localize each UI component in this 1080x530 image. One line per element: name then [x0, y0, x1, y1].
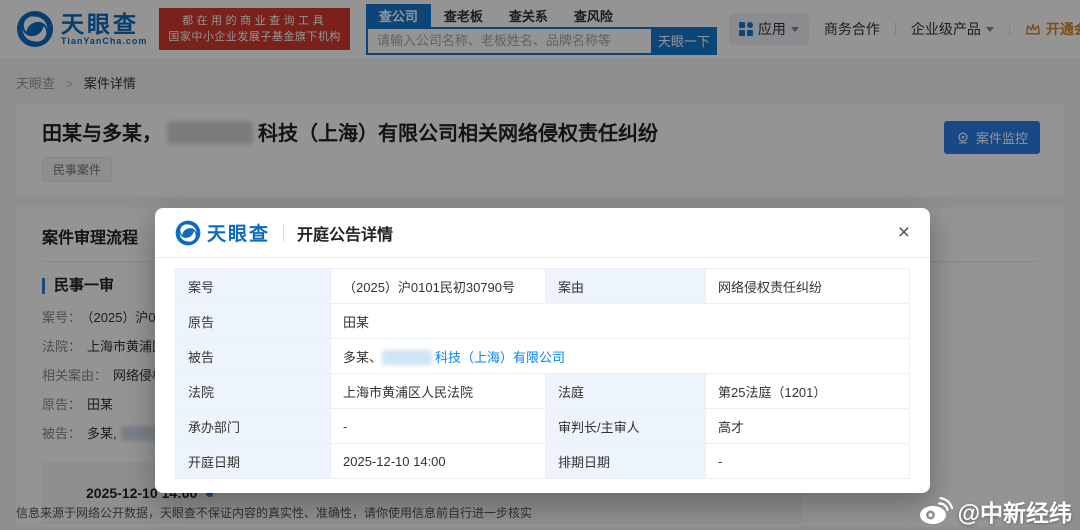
modal-title-divider — [283, 224, 284, 242]
table-row: 开庭日期 2025-12-10 14:00 排期日期 - — [176, 444, 910, 479]
table-row: 法院 上海市黄浦区人民法院 法庭 第25法庭（1201） — [176, 374, 910, 409]
table-row: 承办部门 - 审判长/主审人 高才 — [176, 409, 910, 444]
redacted-company-name — [382, 350, 432, 365]
close-icon[interactable]: × — [898, 223, 910, 243]
hearing-detail-table: 案号 （2025）沪0101民初30790号 案由 网络侵权责任纠纷 原告 田某… — [175, 268, 910, 479]
table-row: 被告 多某、科技（上海）有限公司 — [176, 339, 910, 374]
defendant-cell: 多某、科技（上海）有限公司 — [331, 339, 910, 374]
tianyancha-swirl-icon — [175, 220, 201, 246]
modal-title: 开庭公告详情 — [297, 221, 393, 245]
defendant-company-link[interactable]: 科技（上海）有限公司 — [435, 350, 565, 365]
watermark-text: @中新经纬 — [958, 494, 1072, 528]
table-row: 原告 田某 — [176, 304, 910, 339]
modal-brand-name: 天眼查 — [207, 219, 270, 246]
weibo-watermark: @中新经纬 — [919, 494, 1072, 528]
table-row: 案号 （2025）沪0101民初30790号 案由 网络侵权责任纠纷 — [176, 269, 910, 304]
weibo-icon — [919, 497, 953, 525]
hearing-announcement-modal: 天眼查 开庭公告详情 × 案号 （2025）沪0101民初30790号 案由 网… — [155, 208, 930, 493]
modal-body: 案号 （2025）沪0101民初30790号 案由 网络侵权责任纠纷 原告 田某… — [155, 258, 930, 493]
modal-header: 天眼查 开庭公告详情 × — [155, 208, 930, 258]
